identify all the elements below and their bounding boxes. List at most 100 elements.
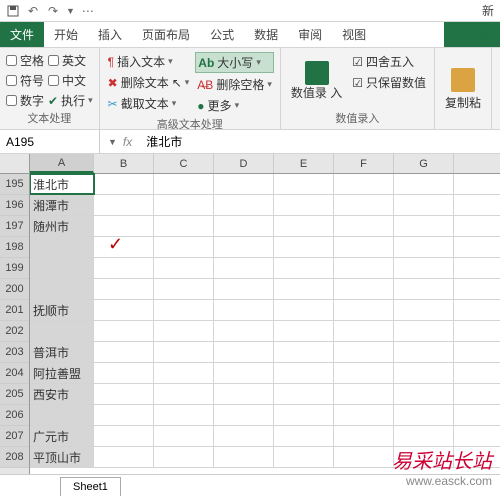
tab-home[interactable]: 开始 <box>44 22 88 47</box>
cell[interactable] <box>94 447 154 467</box>
cell[interactable]: 淮北市 <box>30 174 94 194</box>
cell[interactable] <box>274 342 334 362</box>
row-header[interactable]: 206 <box>0 405 29 426</box>
cell[interactable] <box>94 237 154 257</box>
cell[interactable] <box>334 279 394 299</box>
row-header[interactable]: 195 <box>0 174 29 195</box>
cell[interactable] <box>94 363 154 383</box>
cell[interactable] <box>394 405 454 425</box>
col-header-F[interactable]: F <box>334 154 394 173</box>
cell[interactable] <box>334 258 394 278</box>
cell[interactable] <box>94 384 154 404</box>
row-header[interactable]: 197 <box>0 216 29 237</box>
paste-button[interactable]: 复制粘 <box>441 52 485 127</box>
cell[interactable] <box>94 195 154 215</box>
formula-input[interactable]: 淮北市 <box>140 133 500 150</box>
tab-file[interactable]: 文件 <box>0 22 44 47</box>
row-header[interactable]: 208 <box>0 447 29 468</box>
cell[interactable] <box>334 237 394 257</box>
cell[interactable] <box>214 300 274 320</box>
delete-space-button[interactable]: A̶B删除空格▾ <box>195 75 274 94</box>
cell[interactable] <box>334 300 394 320</box>
cell[interactable]: 随州市 <box>30 216 94 236</box>
save-icon[interactable] <box>6 4 20 18</box>
cell[interactable] <box>334 447 394 467</box>
keep-num-button[interactable]: ☑只保留数值 <box>350 73 428 92</box>
tab-insert[interactable]: 插入 <box>88 22 132 47</box>
col-header-B[interactable]: B <box>94 154 154 173</box>
check-execute[interactable]: ✔执行▾ <box>48 92 93 109</box>
cell[interactable] <box>334 321 394 341</box>
cell[interactable] <box>334 384 394 404</box>
cell[interactable] <box>214 195 274 215</box>
select-all-corner[interactable] <box>0 154 29 174</box>
cell[interactable]: 平顶山市 <box>30 447 94 467</box>
cell[interactable] <box>274 447 334 467</box>
cell[interactable] <box>214 216 274 236</box>
cell[interactable] <box>30 405 94 425</box>
check-symbol[interactable]: 符号 <box>6 72 44 89</box>
cell[interactable] <box>394 321 454 341</box>
cell[interactable] <box>394 195 454 215</box>
cell[interactable] <box>214 321 274 341</box>
cell[interactable] <box>274 300 334 320</box>
cell[interactable] <box>154 237 214 257</box>
tab-data[interactable]: 数据 <box>244 22 288 47</box>
col-header-D[interactable]: D <box>214 154 274 173</box>
col-header-A[interactable]: A <box>30 154 94 173</box>
cell[interactable]: 普洱市 <box>30 342 94 362</box>
redo-icon[interactable]: ↷ <box>46 4 60 18</box>
check-space[interactable]: 空格 <box>6 52 44 69</box>
cell[interactable] <box>94 174 154 194</box>
cell[interactable] <box>154 321 214 341</box>
cell[interactable] <box>274 174 334 194</box>
cell[interactable] <box>154 447 214 467</box>
cell[interactable] <box>94 279 154 299</box>
tab-review[interactable]: 审阅 <box>288 22 332 47</box>
cell[interactable] <box>274 279 334 299</box>
check-number[interactable]: 数字 <box>6 92 44 109</box>
cell[interactable] <box>274 405 334 425</box>
cell[interactable] <box>94 426 154 446</box>
cell[interactable] <box>154 195 214 215</box>
more-icon[interactable]: ⋯ <box>81 4 95 18</box>
col-header-G[interactable]: G <box>394 154 454 173</box>
cell[interactable] <box>214 342 274 362</box>
row-header[interactable]: 207 <box>0 426 29 447</box>
row-header[interactable]: 196 <box>0 195 29 216</box>
undo-icon[interactable]: ↶ <box>26 4 40 18</box>
cell[interactable] <box>94 300 154 320</box>
tab-addon[interactable]: 方方格 <box>444 22 500 47</box>
cell[interactable] <box>154 258 214 278</box>
insert-text-button[interactable]: ¶插入文本▾ <box>106 52 192 71</box>
check-english[interactable]: 英文 <box>48 52 93 69</box>
cell[interactable]: 广元市 <box>30 426 94 446</box>
cell[interactable] <box>334 342 394 362</box>
case-button[interactable]: Ab大小写▾ <box>195 52 274 73</box>
cell[interactable] <box>214 174 274 194</box>
chevron-down-icon[interactable]: ▼ <box>108 137 117 147</box>
cell[interactable]: 抚顺市 <box>30 300 94 320</box>
cell[interactable] <box>394 342 454 362</box>
row-header[interactable]: 199 <box>0 258 29 279</box>
round-button[interactable]: ☑四舍五入 <box>350 52 428 71</box>
num-entry-button[interactable]: 数值录 入 <box>287 52 346 109</box>
cell[interactable] <box>30 279 94 299</box>
cell[interactable] <box>214 384 274 404</box>
cell[interactable] <box>154 174 214 194</box>
row-header[interactable]: 203 <box>0 342 29 363</box>
col-header-E[interactable]: E <box>274 154 334 173</box>
truncate-text-button[interactable]: ✂截取文本▾ <box>106 94 192 113</box>
cell[interactable] <box>214 279 274 299</box>
cell[interactable]: 湘潭市 <box>30 195 94 215</box>
more-button[interactable]: ●更多▾ <box>195 96 274 115</box>
cell[interactable] <box>154 279 214 299</box>
cell[interactable] <box>334 174 394 194</box>
cell[interactable] <box>394 384 454 404</box>
cell[interactable] <box>394 426 454 446</box>
cell[interactable] <box>334 195 394 215</box>
tab-layout[interactable]: 页面布局 <box>132 22 200 47</box>
cell[interactable]: 西安市 <box>30 384 94 404</box>
cell[interactable] <box>334 426 394 446</box>
sheet-tab[interactable]: Sheet1 <box>60 477 121 496</box>
